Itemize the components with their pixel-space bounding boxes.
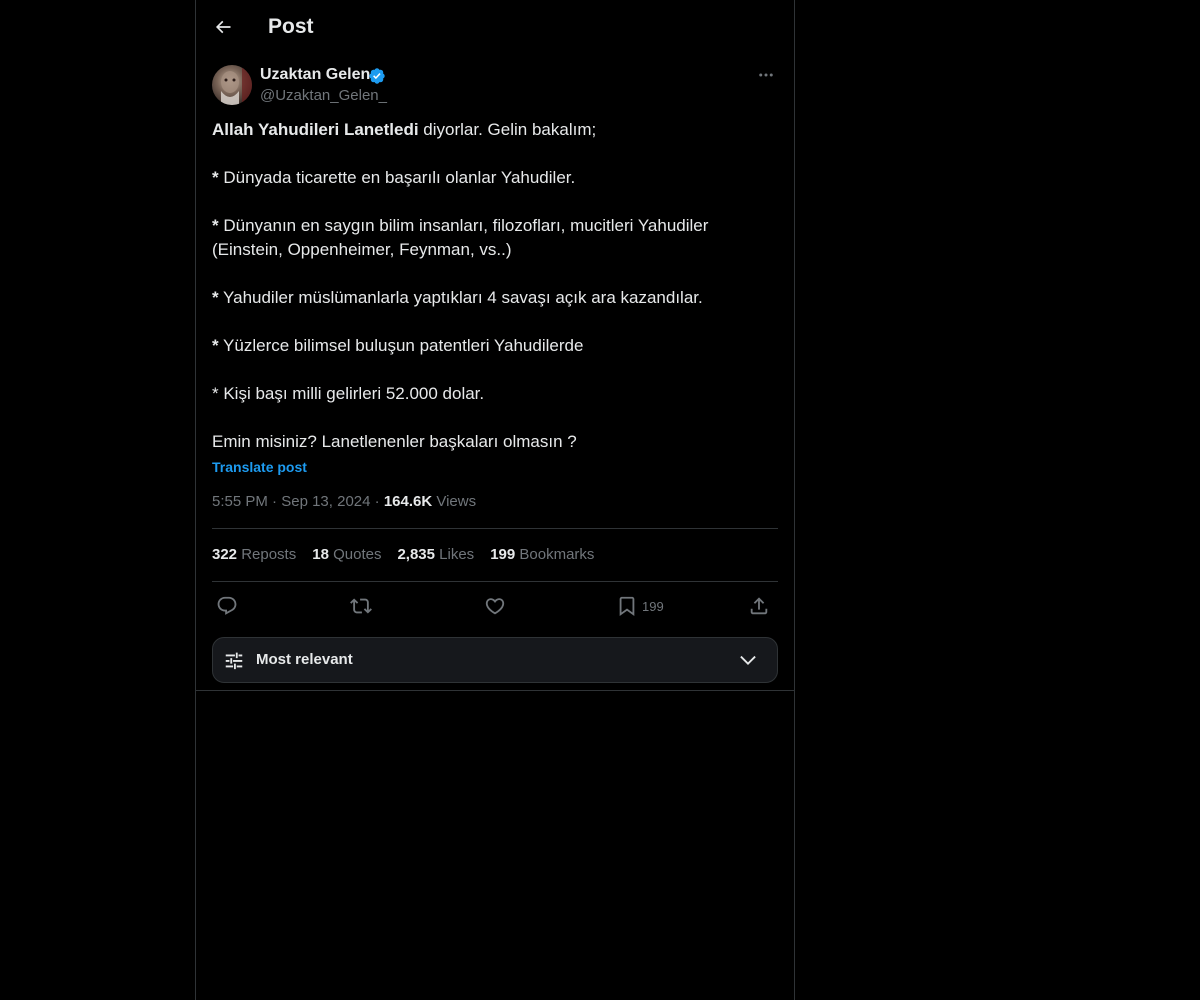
post-header: Post [196,0,794,54]
post-blank-line [212,406,778,430]
bookmark-button[interactable]: 199 [616,592,664,620]
post-closing-line: Emin misiniz? Lanetlenenler başkaları ol… [212,432,577,451]
bookmarks-count: 199 [490,546,516,563]
post-meta: 5:55 PM · Sep 13, 2024 · 164.6K Views [212,492,476,512]
post-bullet: * Kişi başı milli gelirleri 52.000 dolar… [212,384,485,403]
post-blank-line [212,310,778,334]
reposts-label: Reposts [237,546,297,563]
like-button[interactable] [484,592,506,620]
divider [212,528,778,529]
repost-button[interactable] [350,592,372,620]
repost-icon [350,598,372,614]
bookmark-count: 199 [642,598,664,614]
sort-replies-dropdown[interactable]: Most relevant [212,637,778,683]
translate-post-link[interactable]: Translate post [212,457,307,477]
quotes-label: Quotes [328,546,382,563]
more-horizontal-icon [759,73,773,77]
meta-separator: · [370,493,384,510]
bullet-text: Dünyada ticarette en başarılı olanlar Ya… [218,168,576,187]
post-bullet: * Dünyada ticarette en başarılı olanlar … [212,166,778,190]
share-button[interactable] [748,592,770,620]
sort-label: Most relevant [256,651,353,668]
author-handle[interactable]: @Uzaktan_Gelen_ [260,86,387,106]
reply-button[interactable] [216,592,238,620]
more-options-button[interactable] [754,64,778,86]
likes-count: 2,835 [397,546,435,563]
avatar-image [212,65,252,105]
reply-icon [217,596,237,615]
post-bullet: * Yüzlerce bilimsel buluşun patentleri Y… [212,334,778,358]
avatar[interactable] [212,65,252,105]
post-blank-line [212,358,778,382]
bullet-text: Yahudiler müslümanlarla yaptıkları 4 sav… [218,288,703,307]
likes-stat[interactable]: 2,835 Likes [397,545,474,565]
quotes-stat[interactable]: 18 Quotes [312,545,381,565]
post-stats: 322 Reposts 18 Quotes 2,835 Likes 199 Bookm… [212,545,610,565]
chevron-down-icon [740,655,756,665]
divider [196,690,794,691]
views-label: Views [432,493,477,510]
verified-badge-icon [369,68,385,84]
arrow-left-icon [215,20,231,34]
back-button[interactable] [208,9,238,45]
reposts-stat[interactable]: 322 Reposts [212,545,296,565]
post-blank-line [212,142,778,166]
reposts-count: 322 [212,546,238,563]
sliders-icon [225,652,243,670]
bookmarks-stat[interactable]: 199 Bookmarks [490,545,594,565]
bullet-star: * [212,168,219,187]
views-count: 164.6K [383,493,433,510]
post-actions: 199 [212,592,778,620]
share-icon [750,597,768,615]
post-time[interactable]: 5:55 PM [212,493,268,510]
post-column: Post Uzaktan Gelen @Uzaktan_Gelen_ Allah… [195,0,795,1000]
likes-label: Likes [435,546,475,563]
bullet-text: Yüzlerce bilimsel buluşun patentleri Yah… [218,336,584,355]
bullet-text: Dünyanın en saygın bilim insanları, filo… [218,216,709,235]
post-emphasis: Allah Yahudileri Lanetledi [212,120,419,139]
page-title: Post [268,15,314,38]
bookmarks-label: Bookmarks [515,546,595,563]
post-text: Allah Yahudileri Lanetledi diyorlar. Gel… [212,118,778,454]
post-author: Uzaktan Gelen @Uzaktan_Gelen_ [212,64,778,108]
divider [212,581,778,582]
post-blank-line [212,262,778,286]
bullet-star: * [212,288,219,307]
bookmark-icon [619,596,635,617]
post-blank-line [212,190,778,214]
post-date[interactable]: Sep 13, 2024 [281,493,370,510]
post-line: Allah Yahudileri Lanetledi diyorlar. Gel… [212,118,778,142]
author-name[interactable]: Uzaktan Gelen [260,65,370,85]
post-bullet: * Yahudiler müslümanlarla yaptıkları 4 s… [212,286,778,310]
post-line-text: diyorlar. Gelin bakalım; [418,120,597,139]
quotes-count: 18 [312,546,329,563]
meta-separator: · [267,493,282,510]
bullet-star: * [212,336,219,355]
post-bullet-continued: (Einstein, Oppenheimer, Feynman, vs..) [212,240,512,259]
post-bullet: * Dünyanın en saygın bilim insanları, fi… [212,214,778,238]
heart-icon [485,598,505,615]
bullet-star: * [212,216,219,235]
